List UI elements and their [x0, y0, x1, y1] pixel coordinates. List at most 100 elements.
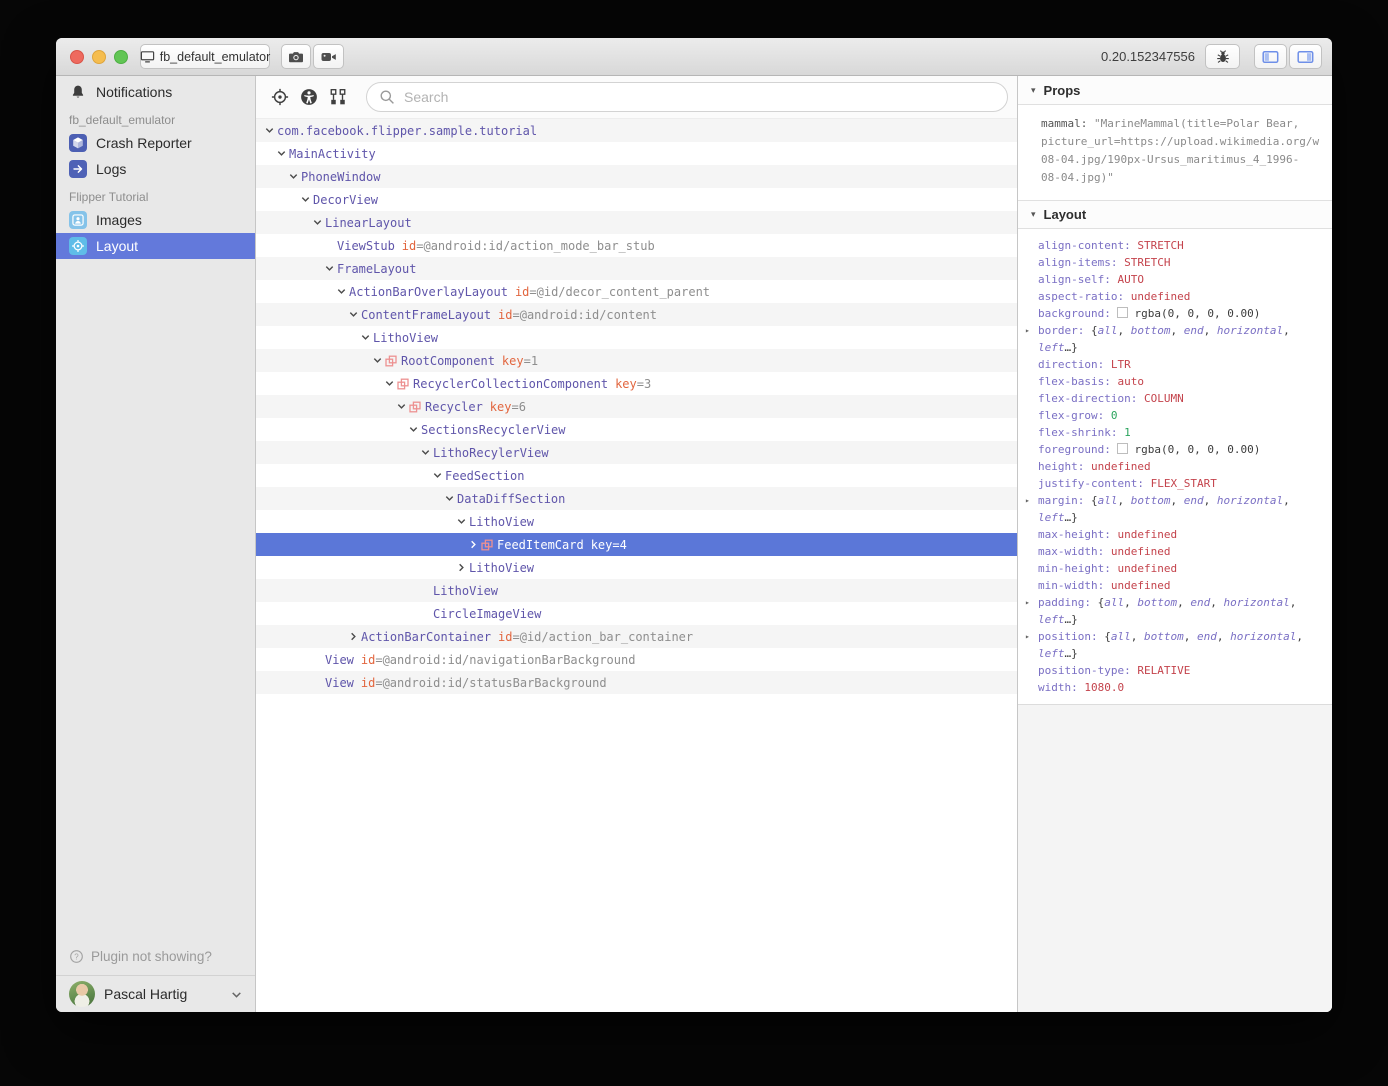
layout-prop-value[interactable]: undefined [1117, 562, 1177, 575]
tree-node-View[interactable]: Viewid=@android:id/statusBarBackground [256, 671, 1017, 694]
layout-prop-value[interactable]: FLEX_START [1151, 477, 1217, 490]
tree-node-FeedSection[interactable]: FeedSection [256, 464, 1017, 487]
zoom-window-button[interactable] [114, 50, 128, 64]
plugin-not-showing-link[interactable]: ? Plugin not showing? [56, 943, 255, 969]
tree-node-ActionBarOverlayLayout[interactable]: ActionBarOverlayLayoutid=@id/decor_conte… [256, 280, 1017, 303]
sidebar-item-images[interactable]: Images [56, 207, 255, 233]
minimize-window-button[interactable] [92, 50, 106, 64]
layout-prop-position[interactable]: ▸position: {all, bottom, end, horizontal… [1018, 628, 1332, 662]
expand-triangle-icon[interactable]: ▸ [1025, 628, 1030, 645]
layout-prop-value[interactable]: undefined [1111, 579, 1171, 592]
search-box[interactable] [366, 82, 1008, 112]
device-tab[interactable]: fb_default_emulator [140, 44, 270, 69]
chevron-right-icon[interactable] [468, 539, 481, 551]
accessibility-button[interactable] [295, 83, 323, 111]
tree-attr-key: id [515, 285, 529, 299]
tree-node-RootComponent[interactable]: RootComponentkey=1 [256, 349, 1017, 372]
layout-prop-margin[interactable]: ▸margin: {all, bottom, end, horizontal, … [1018, 492, 1332, 526]
layout-prop-value[interactable]: undefined [1117, 528, 1177, 541]
layout-prop-value[interactable]: rgba(0, 0, 0, 0.00) [1134, 443, 1260, 456]
chevron-down-icon[interactable] [396, 401, 409, 413]
tree-node-SectionsRecyclerView[interactable]: SectionsRecyclerView [256, 418, 1017, 441]
tree-node-RecyclerCollectionComponent[interactable]: RecyclerCollectionComponentkey=3 [256, 372, 1017, 395]
screenshot-button[interactable] [281, 44, 311, 69]
layout-prop-value[interactable]: undefined [1131, 290, 1191, 303]
hierarchy-button[interactable] [324, 83, 352, 111]
sidebar-item-layout[interactable]: Layout [56, 233, 255, 259]
layout-prop-value[interactable]: undefined [1111, 545, 1171, 558]
tree-node-View[interactable]: Viewid=@android:id/navigationBarBackgrou… [256, 648, 1017, 671]
chevron-down-icon[interactable] [384, 378, 397, 390]
tree-node-DecorView[interactable]: DecorView [256, 188, 1017, 211]
chevron-down-icon[interactable] [432, 470, 445, 482]
expand-triangle-icon[interactable]: ▸ [1025, 594, 1030, 611]
tree-node-LithoView[interactable]: LithoView [256, 326, 1017, 349]
inspect-target-button[interactable] [266, 83, 294, 111]
layout-prop-value[interactable]: 1080.0 [1084, 681, 1124, 694]
layout-prop-value[interactable]: undefined [1091, 460, 1151, 473]
layout-prop-value[interactable]: STRETCH [1124, 256, 1170, 269]
tree-node-ActionBarContainer[interactable]: ActionBarContainerid=@id/action_bar_cont… [256, 625, 1017, 648]
layout-prop-value[interactable]: COLUMN [1144, 392, 1184, 405]
chevron-down-icon[interactable] [444, 493, 457, 505]
screen-record-button[interactable] [313, 44, 344, 69]
tree-node-Recycler[interactable]: Recyclerkey=6 [256, 395, 1017, 418]
layout-prop-border[interactable]: ▸border: {all, bottom, end, horizontal, … [1018, 322, 1332, 356]
expand-triangle-icon[interactable]: ▸ [1025, 322, 1030, 339]
tree-node-FeedItemCard[interactable]: FeedItemCardkey=4 [256, 533, 1017, 556]
tree-node-LithoView[interactable]: LithoView [256, 556, 1017, 579]
search-input[interactable] [402, 88, 995, 106]
tree-node-LithoView[interactable]: LithoView [256, 510, 1017, 533]
tree-node-name: ViewStub [337, 239, 395, 253]
color-swatch-checkbox[interactable] [1117, 443, 1128, 454]
layout-section-header[interactable]: ▾ Layout [1018, 200, 1332, 229]
color-swatch-checkbox[interactable] [1117, 307, 1128, 318]
chevron-down-icon[interactable] [276, 148, 289, 160]
bug-report-button[interactable] [1205, 44, 1240, 69]
toggle-right-panel-button[interactable] [1289, 44, 1322, 69]
tree-node-ViewStub[interactable]: ViewStubid=@android:id/action_mode_bar_s… [256, 234, 1017, 257]
chevron-down-icon[interactable] [312, 217, 325, 229]
chevron-down-icon[interactable] [360, 332, 373, 344]
tree-node-LithoRecylerView[interactable]: LithoRecylerView [256, 441, 1017, 464]
tree-node-FrameLayout[interactable]: FrameLayout [256, 257, 1017, 280]
layout-prop-value[interactable]: STRETCH [1137, 239, 1183, 252]
sidebar-item-crash-reporter[interactable]: Crash Reporter [56, 130, 255, 156]
chevron-down-icon[interactable] [288, 171, 301, 183]
tree-node-name: CircleImageView [433, 607, 541, 621]
chevron-down-icon[interactable] [264, 125, 277, 137]
layout-prop-value[interactable]: auto [1117, 375, 1144, 388]
sidebar-item-notifications[interactable]: Notifications [56, 79, 255, 105]
chevron-down-icon[interactable] [420, 447, 433, 459]
chevron-down-icon[interactable] [372, 355, 385, 367]
layout-prop-padding[interactable]: ▸padding: {all, bottom, end, horizontal,… [1018, 594, 1332, 628]
chevron-right-icon[interactable] [456, 562, 469, 574]
tree-node-LithoView[interactable]: LithoView [256, 579, 1017, 602]
layout-prop-value[interactable]: LTR [1111, 358, 1131, 371]
chevron-down-icon[interactable] [348, 309, 361, 321]
layout-prop-value[interactable]: RELATIVE [1137, 664, 1190, 677]
close-window-button[interactable] [70, 50, 84, 64]
sidebar-item-logs[interactable]: Logs [56, 156, 255, 182]
expand-triangle-icon[interactable]: ▸ [1025, 492, 1030, 509]
chevron-down-icon[interactable] [408, 424, 421, 436]
tree-node-CircleImageView[interactable]: CircleImageView [256, 602, 1017, 625]
layout-prop-value[interactable]: 0 [1111, 409, 1118, 422]
toggle-left-panel-button[interactable] [1254, 44, 1287, 69]
tree-node-PhoneWindow[interactable]: PhoneWindow [256, 165, 1017, 188]
chevron-down-icon[interactable] [324, 263, 337, 275]
chevron-down-icon[interactable] [336, 286, 349, 298]
tree-node-DataDiffSection[interactable]: DataDiffSection [256, 487, 1017, 510]
tree-node-com.facebook.flipper.sample.tutorial[interactable]: com.facebook.flipper.sample.tutorial [256, 119, 1017, 142]
chevron-down-icon[interactable] [300, 194, 313, 206]
props-section-header[interactable]: ▾ Props [1018, 76, 1332, 105]
chevron-down-icon[interactable] [456, 516, 469, 528]
layout-prop-value[interactable]: AUTO [1117, 273, 1144, 286]
user-menu[interactable]: Pascal Hartig [56, 975, 255, 1012]
tree-node-MainActivity[interactable]: MainActivity [256, 142, 1017, 165]
tree-node-LinearLayout[interactable]: LinearLayout [256, 211, 1017, 234]
layout-prop-value[interactable]: 1 [1124, 426, 1131, 439]
layout-prop-value[interactable]: rgba(0, 0, 0, 0.00) [1134, 307, 1260, 320]
tree-node-ContentFrameLayout[interactable]: ContentFrameLayoutid=@android:id/content [256, 303, 1017, 326]
chevron-right-icon[interactable] [348, 631, 361, 643]
